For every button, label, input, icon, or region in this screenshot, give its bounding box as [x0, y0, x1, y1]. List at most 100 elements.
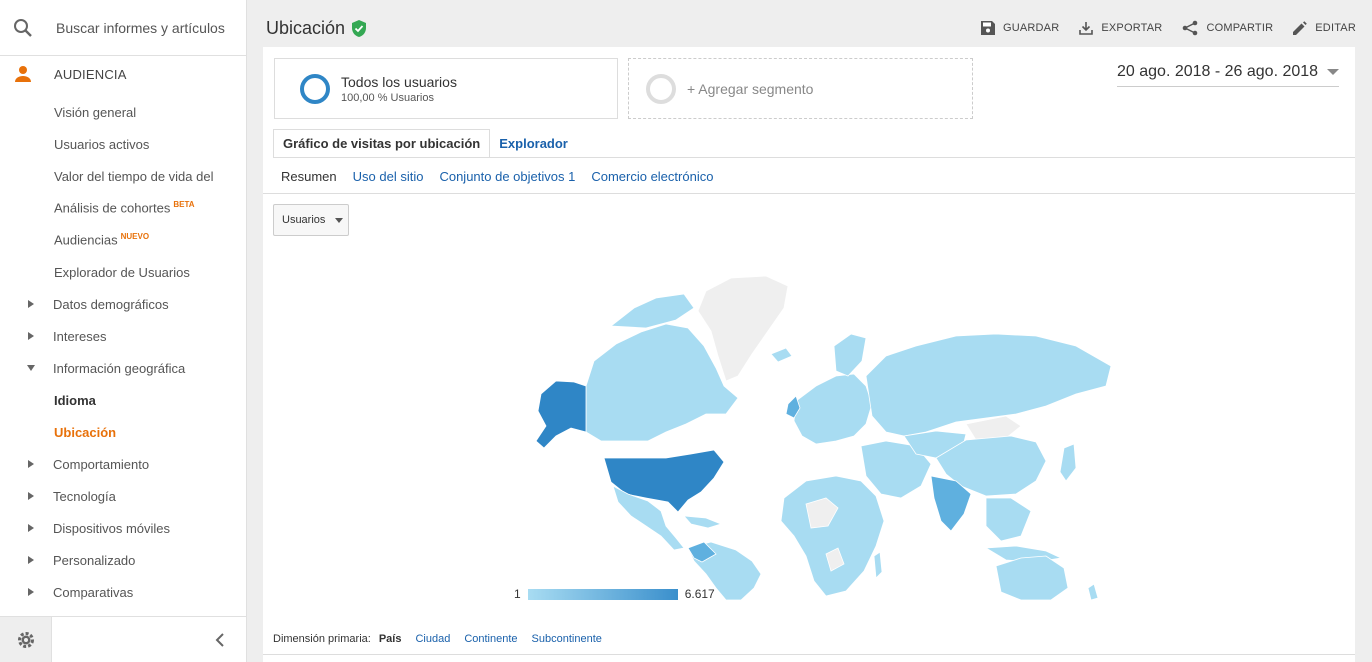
chevron-right-icon [28, 460, 34, 468]
dimension-subcontinente[interactable]: Subcontinente [532, 633, 602, 645]
sidebar-item-informacion-geografica[interactable]: Información geográfica [0, 352, 246, 384]
subtab-goal-set[interactable]: Conjunto de objetivos 1 [439, 169, 575, 184]
search-bar[interactable]: Buscar informes y artículos [0, 0, 246, 56]
section-label: AUDIENCIA [54, 66, 127, 82]
map-southeast-asia [985, 497, 1032, 542]
add-segment-button[interactable]: + Agregar segmento [628, 58, 973, 119]
segment-all-users[interactable]: Todos los usuarios 100,00 % Usuarios [274, 58, 618, 119]
sidebar-item-idioma[interactable]: Idioma [0, 384, 246, 416]
tab-map-overlay[interactable]: Gráfico de visitas por ubicación [273, 129, 491, 158]
chevron-down-icon [27, 365, 35, 371]
sidebar-item-label: Explorador de Usuarios [54, 264, 190, 280]
collapse-sidebar-button[interactable] [52, 617, 247, 662]
sidebar-item-label: Tecnología [53, 488, 116, 504]
segment-empty-ring-icon [646, 73, 676, 104]
share-label: COMPARTIR [1206, 22, 1274, 34]
date-range-text: 20 ago. 2018 - 26 ago. 2018 [1117, 63, 1319, 80]
page-title: Ubicación [266, 18, 367, 39]
sidebar-item-label: Análisis de cohortes [54, 200, 171, 216]
sidebar: Buscar informes y artículos AUDIENCIA Vi… [0, 0, 247, 662]
map-country-alaska [535, 380, 587, 449]
metric-select[interactable]: Usuarios [273, 204, 349, 236]
section-audiencia[interactable]: AUDIENCIA [0, 57, 246, 91]
map-continent-europe [793, 373, 873, 445]
map-arctic-islands [609, 293, 695, 329]
sidebar-item-analisis-cohortes[interactable]: Análisis de cohortes BETA [0, 192, 246, 224]
edit-button[interactable]: EDITAR [1293, 18, 1356, 38]
world-map[interactable] [516, 236, 1116, 600]
sidebar-item-label: Comparativas [53, 584, 134, 600]
sidebar-item-label: Intereses [53, 328, 107, 344]
segment-text: Todos los usuarios 100,00 % Usuarios [341, 74, 457, 104]
sidebar-item-tecnologia[interactable]: Tecnología [0, 480, 246, 512]
shield-check-icon [352, 20, 367, 37]
sidebar-item-personalizado[interactable]: Personalizado [0, 544, 246, 576]
report-panel: Todos los usuarios 100,00 % Usuarios + A… [263, 47, 1355, 662]
subtab-ecommerce[interactable]: Comercio electrónico [591, 169, 713, 184]
dimension-divider [263, 654, 1355, 655]
map-country-australia [995, 555, 1069, 600]
sidebar-nav: Visión general Usuarios activos Valor de… [0, 96, 246, 608]
sidebar-item-usuarios-activos[interactable]: Usuarios activos [0, 128, 246, 160]
sidebar-item-label: Dispositivos móviles [53, 520, 171, 536]
sidebar-item-label: Personalizado [53, 552, 136, 568]
legend-gradient [527, 588, 678, 600]
gear-icon [17, 631, 34, 648]
report-toolbar: GUARDAR EXPORTAR COMPARTIR EDITAR [980, 18, 1356, 38]
sidebar-item-intereses[interactable]: Intereses [0, 320, 246, 352]
sidebar-item-datos-demograficos[interactable]: Datos demográficos [0, 288, 246, 320]
chevron-right-icon [28, 300, 34, 308]
sidebar-item-audiencias[interactable]: Audiencias NUEVO [0, 224, 246, 256]
tab-explorer[interactable]: Explorador [490, 129, 577, 158]
metric-select-value: Usuarios [282, 214, 326, 226]
primary-dimension-label: Dimensión primaria: [273, 633, 371, 645]
sidebar-item-label-wrap: Análisis de cohortes BETA [54, 200, 195, 215]
sidebar-item-label: Audiencias [54, 232, 118, 248]
sidebar-item-label: Valor del tiempo de vida del [54, 168, 214, 184]
sidebar-item-valor-tiempo-vida[interactable]: Valor del tiempo de vida del [0, 160, 246, 192]
sidebar-item-dispositivos-moviles[interactable]: Dispositivos móviles [0, 512, 246, 544]
sidebar-item-label: Visión general [54, 104, 137, 120]
sidebar-item-explorador-usuarios[interactable]: Explorador de Usuarios [0, 256, 246, 288]
primary-dimension-row: Dimensión primaria: País Ciudad Continen… [273, 633, 602, 645]
segment-ring-icon [300, 73, 330, 104]
add-segment-label: + Agregar segmento [687, 80, 814, 97]
sidebar-item-ubicacion[interactable]: Ubicación [0, 416, 246, 448]
sidebar-item-label: Idioma [54, 392, 96, 408]
edit-label: EDITAR [1315, 22, 1356, 34]
new-badge: NUEVO [120, 232, 150, 242]
dimension-ciudad[interactable]: Ciudad [415, 633, 450, 645]
explorer-subtabs: Resumen Uso del sitio Conjunto de objeti… [281, 169, 713, 184]
sidebar-item-comportamiento[interactable]: Comportamiento [0, 448, 246, 480]
dimension-continente[interactable]: Continente [464, 633, 517, 645]
map-caribbean [683, 515, 723, 529]
save-button[interactable]: GUARDAR [980, 18, 1059, 38]
subtab-divider [263, 193, 1355, 194]
caret-down-icon [335, 217, 344, 223]
search-icon [0, 18, 46, 38]
pencil-icon [1293, 21, 1308, 35]
admin-button[interactable] [0, 617, 52, 662]
legend-max: 6.617 [684, 587, 715, 601]
map-country-japan [1059, 443, 1077, 482]
map-country-madagascar [873, 551, 883, 579]
sidebar-item-vision-general[interactable]: Visión general [0, 96, 246, 128]
sidebar-item-label-wrap: Audiencias NUEVO [54, 232, 149, 247]
export-button[interactable]: EXPORTAR [1079, 18, 1162, 38]
sidebar-item-label: Usuarios activos [54, 136, 150, 152]
legend-min: 1 [514, 587, 521, 601]
search-input[interactable]: Buscar informes y artículos [56, 20, 225, 36]
dimension-pais[interactable]: País [379, 633, 402, 645]
chevron-left-icon [215, 632, 224, 647]
chevron-right-icon [28, 524, 34, 532]
map-legend: 1 6.617 [514, 587, 715, 601]
person-icon [0, 65, 46, 83]
date-range-picker[interactable]: 20 ago. 2018 - 26 ago. 2018 [1117, 63, 1339, 87]
subtab-site-usage[interactable]: Uso del sitio [353, 169, 424, 184]
map-continent-africa [780, 475, 885, 597]
share-icon [1183, 20, 1198, 36]
subtab-summary[interactable]: Resumen [281, 169, 337, 184]
sidebar-item-label: Datos demográficos [53, 296, 169, 312]
sidebar-item-comparativas[interactable]: Comparativas [0, 576, 246, 608]
share-button[interactable]: COMPARTIR [1182, 18, 1273, 38]
